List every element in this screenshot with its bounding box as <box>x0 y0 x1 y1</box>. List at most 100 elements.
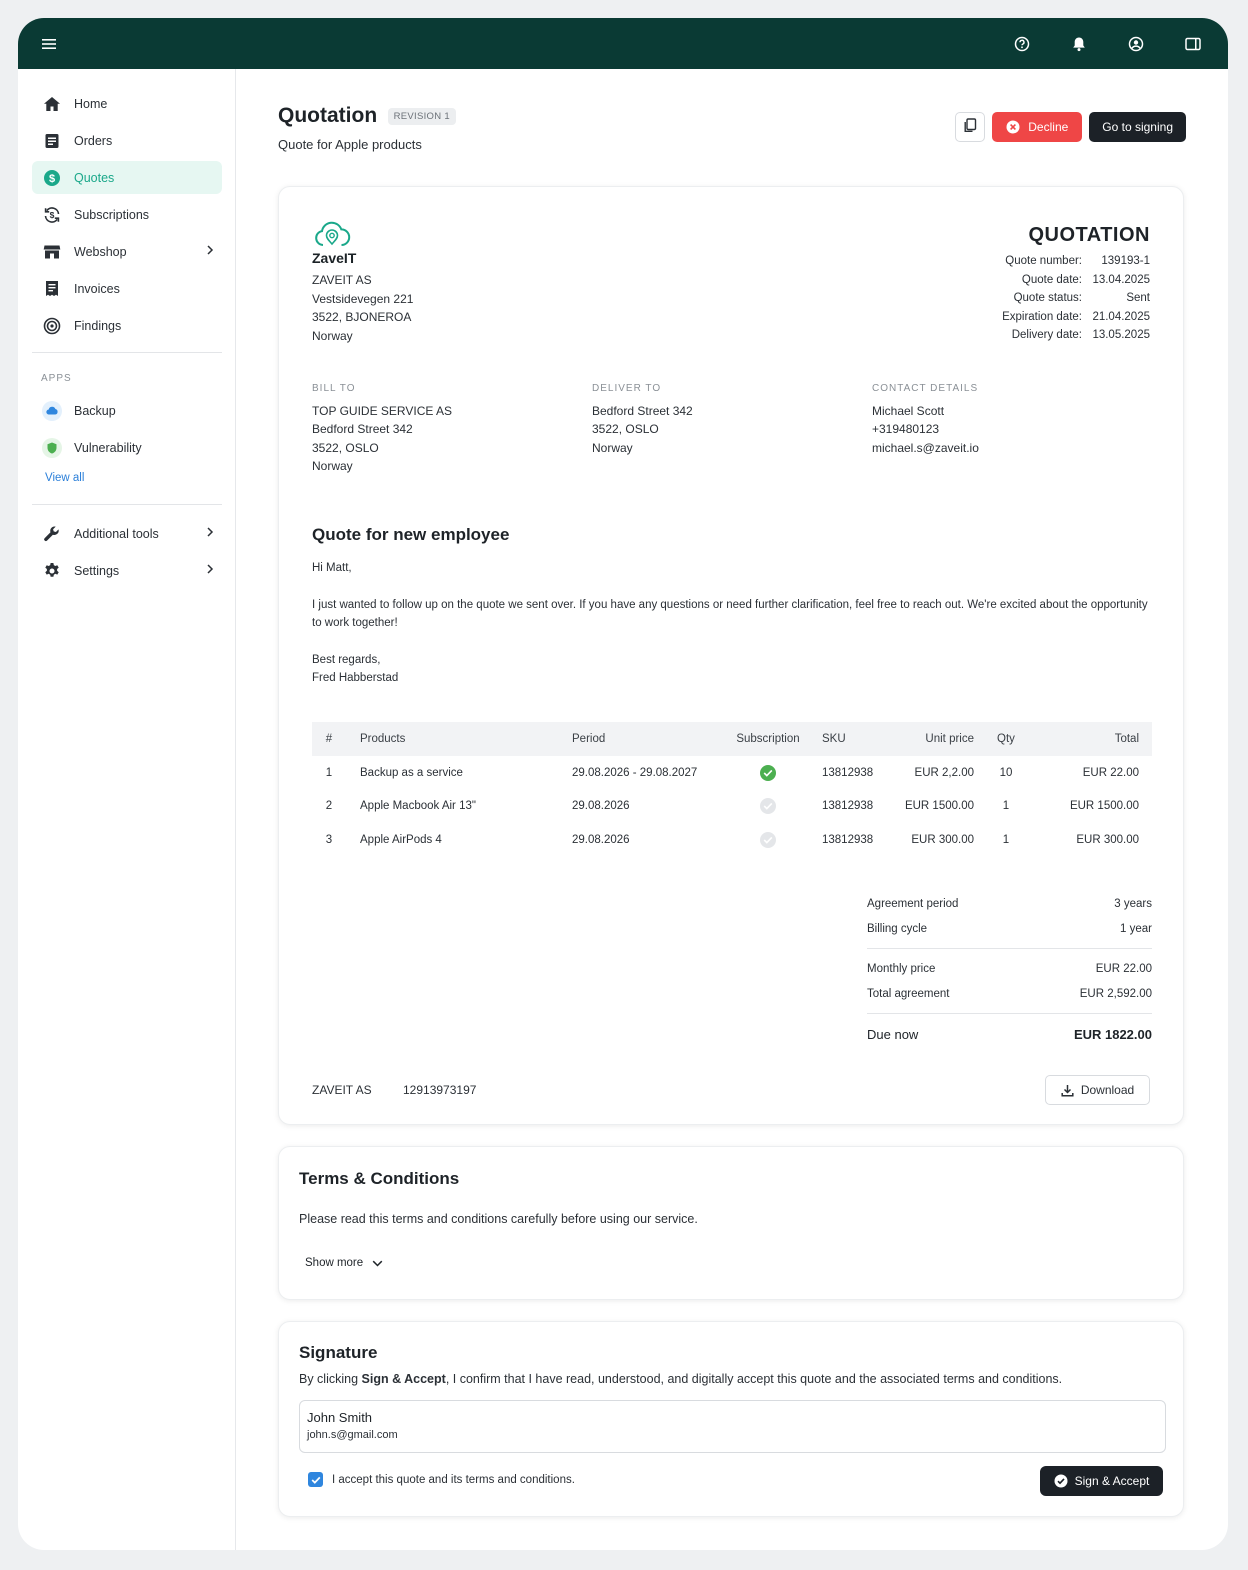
sidebar-item-home[interactable]: Home <box>32 87 222 120</box>
account-icon[interactable] <box>1125 33 1147 55</box>
address-line: Norway <box>312 459 353 473</box>
sidebar-item-backup[interactable]: Backup <box>32 394 222 427</box>
copy-button[interactable] <box>955 112 986 142</box>
download-button[interactable]: Download <box>1045 1075 1150 1105</box>
app-frame: Home Orders $ Quotes $ Subscriptions Web… <box>18 18 1228 1550</box>
sidebar-item-label: Backup <box>74 403 116 418</box>
check-circle-icon <box>760 764 776 781</box>
view-all-link[interactable]: View all <box>45 472 235 484</box>
sidebar-item-label: Settings <box>74 563 120 578</box>
contact-phone: +319480123 <box>872 422 940 436</box>
row-period: 29.08.2026 <box>572 833 630 846</box>
sign-accept-button[interactable]: Sign & Accept <box>1040 1466 1163 1496</box>
signer-email: john.s@gmail.com <box>307 1429 398 1441</box>
sidebar-item-orders[interactable]: Orders <box>32 124 222 157</box>
address-line: Bedford Street 342 <box>312 422 413 436</box>
summary-divider <box>867 1013 1152 1014</box>
show-more-label: Show more <box>305 1257 364 1269</box>
row-product: Apple Macbook Air 13" <box>360 800 476 813</box>
message-greeting: Hi Matt, <box>312 562 352 574</box>
sidebar-divider <box>32 504 222 505</box>
sidebar-item-invoices[interactable]: Invoices <box>32 272 222 305</box>
sidebar-item-label: Webshop <box>74 244 127 259</box>
summary-billing-cycle: Billing cycle 1 year <box>867 922 1152 935</box>
sidebar-item-findings[interactable]: Findings <box>32 309 222 342</box>
sidebar-item-label: Quotes <box>74 170 115 185</box>
chevron-down-icon <box>372 1260 383 1267</box>
shield-icon <box>42 437 62 458</box>
contact-details: CONTACT DETAILS Michael Scott +319480123… <box>872 380 979 457</box>
sidebar-item-subscriptions[interactable]: $ Subscriptions <box>32 198 222 231</box>
header-actions: Decline Go to signing <box>955 112 1186 142</box>
cloud-logo-icon <box>315 221 351 246</box>
row-number: 3 <box>325 833 333 846</box>
decline-button-label: Decline <box>1028 120 1069 134</box>
chevron-right-icon <box>206 244 214 259</box>
sidebar-item-webshop[interactable]: Webshop <box>32 235 222 268</box>
row-subscription <box>722 756 814 790</box>
row-qty: 1 <box>1002 833 1010 846</box>
table-header-row: # Products Period Subscription SKU Unit … <box>312 722 1152 756</box>
accept-checkbox[interactable] <box>308 1472 323 1487</box>
row-subscription <box>722 790 814 824</box>
row-number: 2 <box>325 800 333 813</box>
quotation-header: QUOTATION Quote number: 139193-1 Quote da… <box>1002 224 1150 345</box>
copy-icon <box>963 118 977 136</box>
sidebar-item-quotes[interactable]: $ Quotes <box>32 161 222 194</box>
help-icon[interactable] <box>1011 33 1033 55</box>
panel-icon[interactable] <box>1182 33 1204 55</box>
signature-text: By clicking Sign & Accept, I confirm tha… <box>299 1372 1063 1386</box>
bell-icon[interactable] <box>1068 33 1090 55</box>
chevron-right-icon <box>206 563 214 578</box>
quotation-meta: Quote number: 139193-1 Quote date: 13.04.2… <box>1002 252 1150 345</box>
meta-row: Delivery date: 13.05.2025 <box>1011 329 1150 341</box>
message-body: I just wanted to follow up on the quote … <box>312 598 1148 630</box>
go-to-signing-button[interactable]: Go to signing <box>1089 112 1186 142</box>
decline-button[interactable]: Decline <box>992 112 1083 142</box>
column-header: # <box>312 722 346 756</box>
sidebar-item-label: Vulnerability <box>74 440 142 455</box>
row-total: EUR 22.00 <box>1082 766 1139 779</box>
terms-title: Terms & Conditions <box>299 1169 460 1188</box>
accept-checkbox-label: I accept this quote and its terms and co… <box>332 1473 575 1486</box>
check-circle-icon <box>760 798 776 815</box>
quote-document: ZaveIT ZAVEIT AS Vestsidevegen 221 3522,… <box>278 186 1184 1125</box>
subscriptions-icon: $ <box>42 205 62 225</box>
message-title: Quote for new employee <box>312 525 510 544</box>
company-city: 3522, BJONEROA <box>312 310 412 324</box>
sidebar-item-label: Subscriptions <box>74 207 150 222</box>
row-unit-price: EUR 1500.00 <box>904 800 974 813</box>
top-bar <box>18 18 1228 69</box>
menu-icon[interactable] <box>38 33 60 55</box>
address-line: Bedford Street 342 <box>592 403 693 418</box>
column-header: Period <box>572 722 722 756</box>
svg-text:$: $ <box>50 210 55 220</box>
dollar-icon: $ <box>42 168 62 188</box>
download-icon <box>1061 1084 1074 1097</box>
sidebar-item-settings[interactable]: Settings <box>32 554 222 587</box>
signature-title: Signature <box>299 1343 378 1362</box>
sidebar-item-vulnerability[interactable]: Vulnerability <box>32 431 222 464</box>
column-header: SKU <box>814 722 884 756</box>
deliver-to-label: DELIVER TO <box>592 383 662 394</box>
apps-section-title: APPS <box>41 373 72 384</box>
meta-row: Quote number: 139193-1 <box>1005 255 1150 267</box>
contact-email[interactable]: michael.s@zaveit.io <box>872 439 979 458</box>
address-line: 3522, OSLO <box>592 422 659 436</box>
company-address: ZAVEIT AS Vestsidevegen 221 3522, BJONER… <box>312 271 413 345</box>
meta-row: Quote date: 13.04.2025 <box>1021 273 1150 286</box>
message-signature: Fred Habberstad <box>312 672 399 684</box>
sidebar: Home Orders $ Quotes $ Subscriptions Web… <box>18 69 236 1550</box>
signer-field[interactable]: John Smith john.s@gmail.com <box>299 1400 1166 1453</box>
home-icon <box>42 94 62 114</box>
row-sku: 13812938 <box>822 800 874 813</box>
quotation-heading: QUOTATION <box>1028 224 1150 246</box>
address-line: Norway <box>592 440 633 455</box>
sidebar-item-additional-tools[interactable]: Additional tools <box>32 517 222 550</box>
quote-items-table: # Products Period Subscription SKU Unit … <box>312 722 1152 857</box>
footer-org-number: 12913973197 <box>403 1083 477 1097</box>
orders-icon <box>42 131 62 151</box>
page-title: Quotation <box>278 104 378 127</box>
signature-card: Signature By clicking Sign & Accept, I c… <box>278 1321 1184 1517</box>
show-more-button[interactable]: Show more <box>305 1257 383 1269</box>
